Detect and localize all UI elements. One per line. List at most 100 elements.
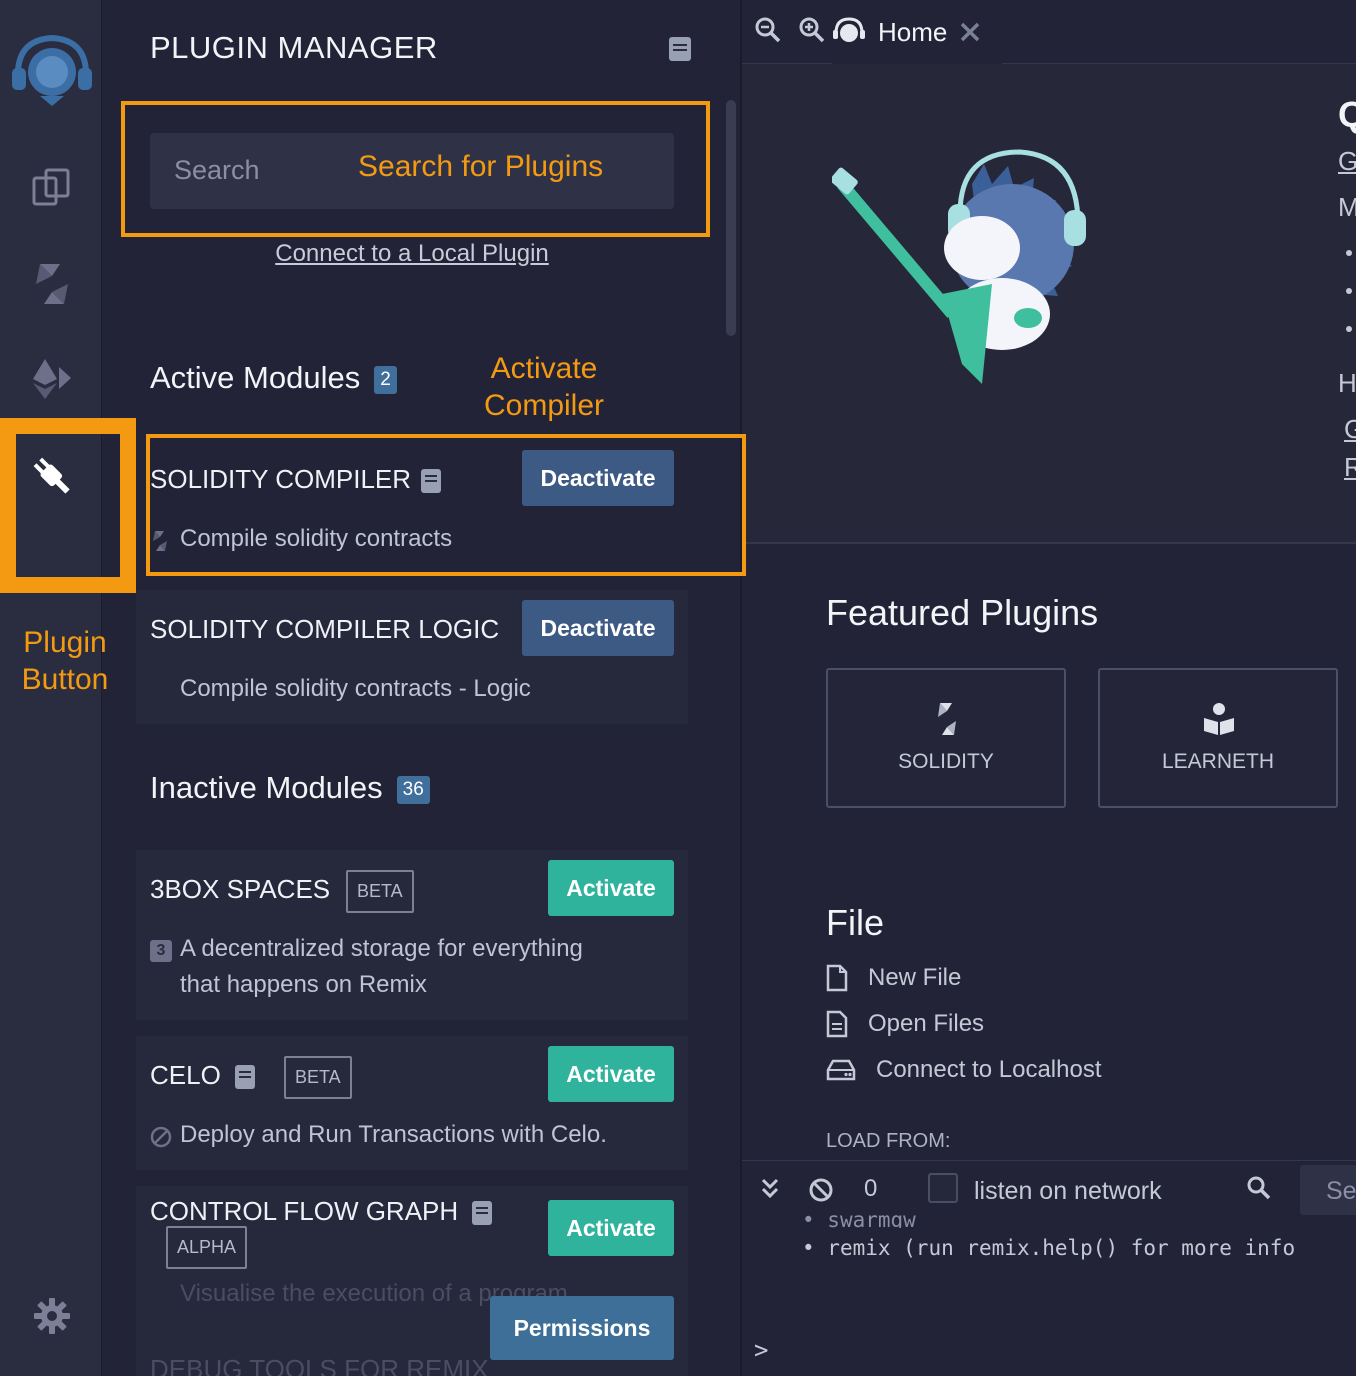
inactive-count-badge: 36: [396, 775, 430, 804]
permissions-button[interactable]: Permissions: [490, 1296, 674, 1360]
hero-text-partial: H: [1338, 368, 1356, 398]
connect-local-plugin-link[interactable]: Connect to a Local Plugin: [275, 240, 549, 267]
documentation-icon[interactable]: [472, 1201, 493, 1226]
file-item-label: Connect to Localhost: [876, 1056, 1102, 1083]
new-file-link[interactable]: New File: [826, 964, 961, 992]
listen-network-label: listen on network: [974, 1177, 1162, 1205]
hero-link-partial[interactable]: R: [1344, 452, 1356, 483]
module-name: CELO: [150, 1060, 255, 1091]
bullet: [1346, 326, 1352, 332]
listen-network-checkbox[interactable]: [928, 1173, 958, 1203]
solidity-icon: [938, 703, 956, 735]
plugin-icon[interactable]: [20, 444, 84, 508]
terminal-line-partial: • swarmgw: [802, 1208, 916, 1228]
terminal-search-placeholder: Se: [1326, 1177, 1356, 1205]
3box-icon: 3: [150, 940, 172, 962]
module-card-solidity-compiler-logic: SOLIDITY COMPILER LOGIC Deactivate Compi…: [136, 590, 688, 724]
zoom-in-icon[interactable]: [798, 16, 826, 49]
module-description: A decentralized storage for everything t…: [180, 935, 583, 998]
hero-link-partial[interactable]: G: [1344, 414, 1356, 445]
settings-icon[interactable]: [20, 1284, 84, 1348]
deactivate-button[interactable]: Deactivate: [522, 600, 674, 656]
zoom-out-icon[interactable]: [754, 16, 782, 49]
module-card-3box-spaces: 3BOX SPACES BETA Activate 3 A decentrali…: [136, 850, 688, 1020]
featured-solidity-card[interactable]: SOLIDITY: [826, 668, 1066, 808]
file-item-label: New File: [868, 964, 962, 991]
panel-scrollbar[interactable]: [726, 100, 736, 336]
terminal-search-input[interactable]: Se: [1300, 1165, 1356, 1215]
remix-logo-icon[interactable]: [10, 30, 94, 106]
pending-count: 0: [864, 1175, 878, 1202]
beta-tag: BETA: [284, 1056, 352, 1099]
tab-home[interactable]: Home: [832, 0, 1002, 64]
documentation-icon[interactable]: [234, 1065, 255, 1090]
deploy-run-icon[interactable]: [20, 346, 84, 410]
celo-icon: [150, 1126, 172, 1153]
module-name: SOLIDITY COMPILER: [150, 464, 442, 495]
active-count-badge: 2: [374, 365, 397, 394]
inactive-modules-label: Inactive Modules: [150, 770, 383, 805]
hero-title-partial: Q: [1338, 94, 1356, 136]
module-card-celo: CELO BETA Activate Deploy and Run Transa…: [136, 1036, 688, 1170]
deactivate-button[interactable]: Deactivate: [522, 450, 674, 506]
documentation-icon[interactable]: [421, 469, 442, 494]
activate-button[interactable]: Activate: [548, 1046, 674, 1102]
home-hero: Q G M H G R: [742, 64, 1356, 544]
featured-plugins-title: Featured Plugins: [826, 592, 1099, 633]
book-reader-icon: [1204, 703, 1234, 735]
module-name: SOLIDITY COMPILER LOGIC: [150, 614, 500, 644]
annotation-search-for-plugins: Search for Plugins: [358, 150, 604, 183]
load-from-label: LOAD FROM:: [826, 1130, 951, 1152]
module-card-solidity-compiler: SOLIDITY COMPILER Deactivate Compile sol…: [136, 440, 688, 574]
remix-mascot-illustration: [832, 149, 1086, 384]
hdd-icon: [826, 1059, 856, 1081]
clear-console-icon[interactable]: [808, 1177, 834, 1203]
active-modules-label: Active Modules: [150, 360, 361, 395]
featured-label: SOLIDITY: [898, 750, 994, 773]
terminal-prompt[interactable]: >: [754, 1336, 768, 1364]
active-modules-heading: Active Modules 2: [150, 360, 397, 396]
search-icon[interactable]: [1246, 1175, 1272, 1201]
open-files-link[interactable]: Open Files: [826, 1010, 984, 1038]
connect-localhost-link[interactable]: Connect to Localhost: [826, 1056, 1101, 1084]
file-item-label: Open Files: [868, 1010, 985, 1037]
module-description: Deploy and Run Transactions with Celo.: [180, 1121, 607, 1148]
tab-bar: Home: [742, 0, 1356, 64]
solidity-small-icon: [152, 530, 168, 557]
module-card-control-flow-graph: CONTROL FLOW GRAPH ALPHA Activate Visual…: [136, 1186, 688, 1376]
module-name: DEBUG TOOLS FOR REMIX: [150, 1354, 489, 1376]
beta-tag: BETA: [346, 870, 414, 913]
featured-learneth-card[interactable]: LEARNETH: [1098, 668, 1338, 808]
file-icon: [826, 964, 848, 992]
module-name: 3BOX SPACES: [150, 874, 331, 904]
tab-home-label: Home: [878, 16, 948, 47]
close-icon[interactable]: [959, 21, 981, 43]
hero-text-partial: M: [1338, 192, 1356, 223]
plugin-manager-panel: PLUGIN MANAGER Search Connect to a Local…: [102, 0, 740, 1376]
documentation-icon[interactable]: [668, 36, 692, 67]
activate-button[interactable]: Activate: [548, 1200, 674, 1256]
bullet: [1346, 250, 1352, 256]
activate-button[interactable]: Activate: [548, 860, 674, 916]
file-explorer-icon[interactable]: [20, 156, 84, 220]
alpha-tag: ALPHA: [166, 1226, 248, 1269]
module-description: Compile solidity contracts - Logic: [180, 675, 531, 702]
file-section-title: File: [826, 902, 885, 943]
search-placeholder: Search: [174, 155, 260, 185]
home-panel: Home Q G M H G R Featured Plugins SOL: [740, 0, 1356, 1376]
remix-tab-icon: [833, 17, 865, 42]
module-name: CONTROL FLOW GRAPH: [150, 1196, 493, 1227]
annotation-plugin-button: Plugin Button: [21, 626, 109, 696]
annotation-activate-compiler: Activate Compiler: [483, 352, 605, 422]
chevron-double-down-icon[interactable]: [760, 1177, 780, 1201]
bullet: [1346, 288, 1352, 294]
inactive-modules-heading: Inactive Modules 36: [150, 770, 430, 806]
terminal-output: • swarmgw • remix (run remix.help() for …: [742, 1208, 1356, 1376]
panel-title: PLUGIN MANAGER: [150, 30, 438, 65]
file-lines-icon: [826, 1010, 848, 1038]
featured-label: LEARNETH: [1161, 750, 1275, 773]
module-description: Compile solidity contracts: [180, 525, 453, 552]
hero-link-partial[interactable]: G: [1338, 146, 1356, 177]
solidity-compiler-icon[interactable]: [20, 252, 84, 316]
terminal-line: • remix (run remix.help() for more info: [802, 1236, 1296, 1260]
